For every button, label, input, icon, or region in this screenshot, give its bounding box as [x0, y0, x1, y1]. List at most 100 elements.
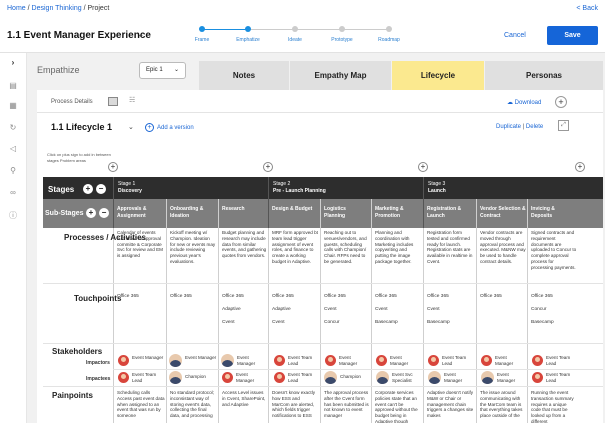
- process-cell[interactable]: Kickoff meeting w/ Champion. Ideation fo…: [170, 230, 216, 265]
- add-version-button[interactable]: + Add a version: [145, 123, 194, 132]
- cancel-button[interactable]: Cancel: [504, 32, 526, 39]
- delete-link[interactable]: Delete: [526, 124, 543, 130]
- touchpoints-label: Touchpoints: [74, 294, 122, 303]
- process-cell[interactable]: Signed contracts and requirement documen…: [531, 230, 577, 271]
- process-cell[interactable]: MRF form approved bt team lead trigger a…: [272, 230, 318, 265]
- process-cell[interactable]: Registration form tested and confirmed r…: [427, 230, 474, 265]
- document-icon[interactable]: ▤: [6, 80, 20, 92]
- breadcrumb-design-thinking[interactable]: Design Thinking: [32, 5, 82, 12]
- avatar: [222, 372, 233, 383]
- breadcrumb-home[interactable]: Home: [7, 5, 26, 12]
- add-substage-button[interactable]: +: [86, 208, 96, 218]
- impactee-name: Event Manager: [236, 372, 255, 383]
- process-cell[interactable]: Reaching out to venues/vendors, and gues…: [324, 230, 369, 265]
- tab-empathy-map[interactable]: Empathy Map: [290, 61, 391, 90]
- add-stage-icon[interactable]: +: [263, 162, 273, 172]
- tab-notes[interactable]: Notes: [199, 61, 289, 90]
- person-icon[interactable]: ⚲: [6, 165, 20, 177]
- painpoint-cell[interactable]: Scheduling calls Access past event data …: [117, 390, 165, 419]
- duplicate-link[interactable]: Duplicate: [496, 124, 521, 130]
- stepper-label-ideate[interactable]: Ideate: [288, 37, 302, 43]
- process-cell[interactable]: Planning and coordination with Marketing…: [375, 230, 421, 265]
- link-icon[interactable]: ∞: [6, 187, 20, 199]
- painpoint-cell[interactable]: The approval process after the Cvent for…: [324, 390, 369, 419]
- stepper-dot-emphatize[interactable]: [245, 26, 251, 32]
- stakeholders-label: Stakeholders: [52, 347, 103, 356]
- avatar: [428, 371, 441, 384]
- column-divider: [423, 177, 424, 228]
- org-chart-icon[interactable]: ☵: [129, 96, 135, 104]
- impactee-name: Event Team Lead: [288, 372, 313, 383]
- stepper-dot-ideate[interactable]: [292, 26, 298, 32]
- avatar: [532, 355, 543, 366]
- breadcrumb-project: Project: [87, 5, 110, 12]
- process-cell[interactable]: Vendor contracts are moved through appro…: [480, 230, 526, 265]
- add-stage-icon[interactable]: +: [575, 162, 585, 172]
- tab-personas[interactable]: Personas: [485, 61, 603, 90]
- impactor-name: Event Team Lead: [288, 355, 313, 366]
- stepper-label-prototype[interactable]: Prototype: [331, 37, 352, 43]
- chevron-down-icon[interactable]: ⌄: [128, 123, 134, 131]
- painpoint-cell[interactable]: The issue around communicating with the …: [480, 390, 526, 419]
- substage-3: Research: [222, 206, 245, 212]
- chevron-down-icon[interactable]: ⌄: [137, 29, 145, 40]
- loop-icon[interactable]: ↻: [6, 122, 20, 134]
- breadcrumb-sep: /: [27, 5, 30, 12]
- link-divider: |: [522, 124, 525, 130]
- stepper-label-emphatize[interactable]: Emphatize: [236, 37, 260, 43]
- painpoint-cell[interactable]: Running the event transaction summary re…: [531, 390, 577, 423]
- touchpoint-item: Office 365: [480, 294, 502, 299]
- painpoint-cell[interactable]: Adaptive doesn't notify M&W or Chair or …: [427, 390, 474, 419]
- stage-3: Stage 3 Launch: [428, 181, 446, 195]
- help-icon[interactable]: ⓘ: [6, 210, 20, 222]
- lifecycle-title: 1.1 Lifecycle 1: [51, 122, 113, 132]
- epic-select[interactable]: Epic 1 ⌄: [139, 62, 186, 79]
- process-details-label: Process Details: [51, 99, 93, 105]
- stepper-dot-prototype[interactable]: [339, 26, 345, 32]
- stage-name: Launch: [428, 188, 446, 194]
- row-divider: [113, 369, 603, 370]
- grid-icon[interactable]: ▦: [6, 100, 20, 112]
- stepper-dot-frame[interactable]: [199, 26, 205, 32]
- row-divider: [43, 386, 603, 387]
- touchpoint-item: Adaptive: [272, 307, 291, 312]
- column-divider: [166, 199, 167, 423]
- add-stage-button[interactable]: +: [83, 184, 93, 194]
- column-divider: [268, 177, 269, 228]
- painpoint-cell[interactable]: Corporate services policies state that a…: [375, 390, 421, 423]
- touchpoint-item: Concur: [531, 307, 547, 312]
- avatar: [428, 355, 439, 366]
- process-cell[interactable]: Budget planning and research may include…: [222, 230, 267, 259]
- column-divider: [423, 228, 424, 423]
- process-cell[interactable]: Calendar of events submitted to approval…: [117, 230, 165, 259]
- add-stage-icon[interactable]: +: [108, 162, 118, 172]
- tab-lifecycle[interactable]: Lifecycle: [392, 61, 484, 90]
- send-icon[interactable]: ◁: [6, 143, 20, 155]
- painpoint-cell[interactable]: Access Level issues in Cvent, SharePoint…: [222, 390, 267, 407]
- chevron-right-icon[interactable]: ›: [6, 57, 20, 69]
- column-divider: [218, 199, 219, 423]
- remove-substage-button[interactable]: −: [99, 208, 109, 218]
- stepper-dot-roadmap[interactable]: [386, 26, 392, 32]
- painpoint-cell[interactable]: No standard protocol; inconsistant way o…: [170, 390, 216, 419]
- stepper-label-frame[interactable]: Frame: [195, 37, 209, 43]
- touchpoint-item: Concur: [324, 320, 340, 325]
- chevron-down-icon: ⌄: [173, 67, 179, 73]
- add-icon[interactable]: +: [555, 96, 567, 108]
- touchpoint-item: Office 365: [375, 294, 397, 299]
- download-button[interactable]: ☁ Download: [507, 99, 541, 106]
- painpoints-label: Painpoints: [52, 391, 93, 400]
- substage-9: Invicing & Deposits: [531, 206, 555, 219]
- stepper-label-roadmap[interactable]: Roadmap: [378, 37, 400, 43]
- avatar: [481, 355, 492, 366]
- stage-number: Stage 1: [118, 181, 136, 187]
- remove-stage-button[interactable]: −: [96, 184, 106, 194]
- add-stage-icon[interactable]: +: [418, 162, 428, 172]
- expand-icon[interactable]: ⤢: [558, 120, 569, 131]
- save-button[interactable]: Save: [547, 26, 598, 45]
- back-link[interactable]: < Back: [576, 5, 598, 12]
- column-divider: [476, 199, 477, 423]
- stage-1: Stage 1 Discovery: [118, 181, 142, 195]
- painpoint-cell[interactable]: Doesn't know exactly how ESS and MarCom …: [272, 390, 318, 419]
- table-view-icon[interactable]: [108, 97, 118, 106]
